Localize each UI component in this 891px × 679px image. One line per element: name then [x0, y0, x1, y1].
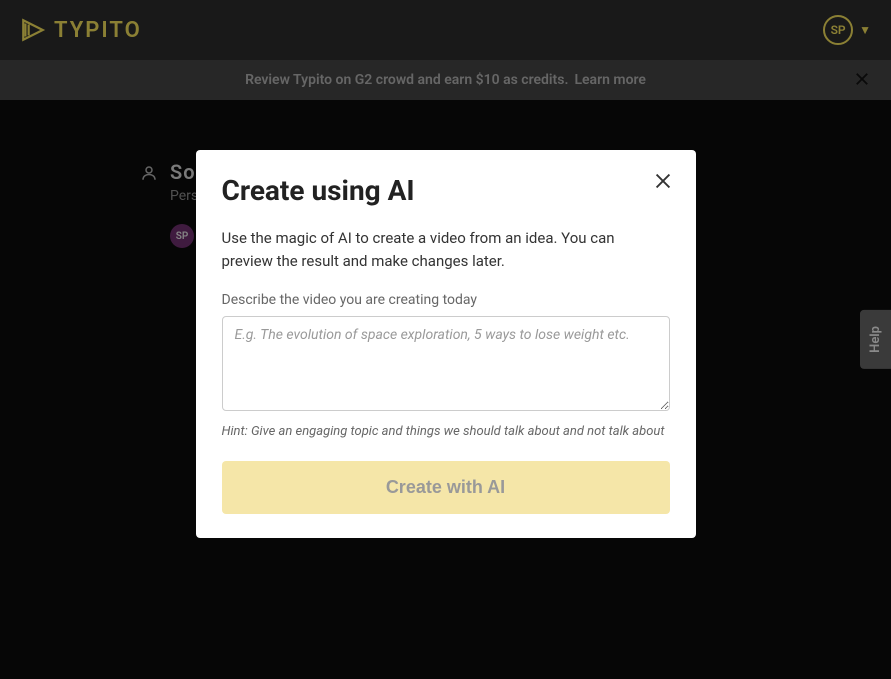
modal-title: Create using AI — [222, 174, 670, 207]
hint-text: Hint: Give an engaging topic and things … — [222, 423, 670, 441]
field-label: Describe the video you are creating toda… — [222, 292, 670, 308]
modal-close-button[interactable] — [652, 170, 674, 196]
create-with-ai-button[interactable]: Create with AI — [222, 461, 670, 514]
modal-overlay: Create using AI Use the magic of AI to c… — [0, 0, 891, 679]
create-ai-modal: Create using AI Use the magic of AI to c… — [196, 150, 696, 538]
modal-description: Use the magic of AI to create a video fr… — [222, 227, 670, 272]
prompt-textarea[interactable] — [222, 316, 670, 411]
